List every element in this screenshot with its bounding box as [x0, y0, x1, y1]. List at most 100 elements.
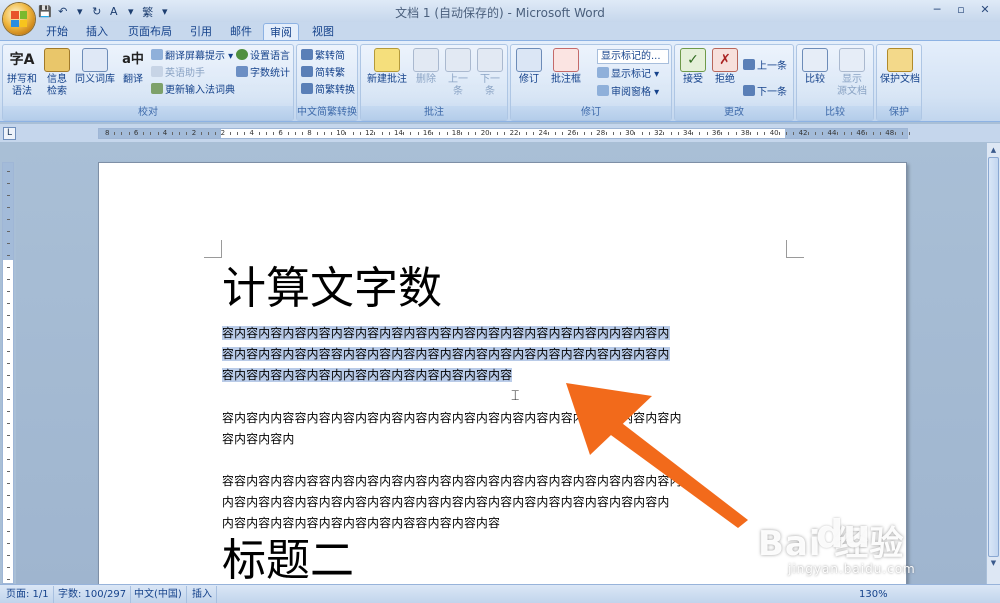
trad-to-simp-button[interactable]: 繁转简: [301, 49, 345, 64]
next-change-button[interactable]: 下一条: [743, 85, 787, 100]
balloons-button[interactable]: 批注框: [546, 48, 586, 86]
review-pane-button[interactable]: 审阅窗格 ▾: [597, 85, 659, 100]
set-language-button[interactable]: 设置语言: [236, 49, 290, 64]
english-assistant-button[interactable]: 英语助手: [151, 66, 205, 81]
prev-change-button[interactable]: 上一条: [743, 59, 787, 74]
tab-home[interactable]: 开始: [40, 23, 74, 40]
ruler-tick: [497, 132, 499, 135]
close-icon[interactable]: ✕: [974, 2, 996, 18]
ruler-tick: [323, 132, 325, 135]
translate-icon: a中: [122, 52, 144, 67]
thesaurus-button[interactable]: 同义词库: [73, 48, 117, 86]
heading-2[interactable]: 标题二: [222, 535, 354, 587]
english-assistant-label: 英语助手: [165, 68, 205, 79]
ruler-tick: [352, 132, 354, 135]
display-for-review-value: 显示标记的...: [601, 51, 661, 62]
ruler-tick: [265, 132, 267, 135]
reject-icon: ✗: [712, 48, 738, 72]
ruler-tick: [475, 132, 477, 135]
convert-button[interactable]: 简繁转换: [301, 83, 355, 98]
ruler-tick: [504, 132, 506, 135]
translate-screentip-label: 翻译屏幕提示: [165, 51, 225, 62]
vruler-tick: [7, 315, 10, 316]
group-tracking: 修订 批注框 显示标记的... 显示标记 ▾ 审阅窗格 ▾ 修订: [510, 44, 672, 121]
tab-review[interactable]: 审阅: [263, 23, 299, 40]
selected-line-3: 容内容内容内容内容内内容内容内容内容内容内容内容: [222, 368, 513, 382]
vertical-ruler[interactable]: [2, 162, 14, 584]
ruler-tick: [143, 132, 145, 135]
research-button[interactable]: 信息 检索: [41, 48, 73, 98]
new-comment-button[interactable]: 新建批注: [365, 48, 409, 86]
reject-button[interactable]: ✗ 拒绝: [710, 48, 740, 86]
vruler-tick: [7, 171, 10, 172]
horizontal-ruler[interactable]: 8 6 4 2 2 4 6 8 10 12 14 16 18 20 22 24 26 28 30 32 34 36 38 40…: [98, 128, 910, 139]
show-markup-button[interactable]: 显示标记 ▾: [597, 67, 659, 82]
status-zoom[interactable]: 130%: [855, 586, 892, 603]
ruler-tick-label: 22: [509, 129, 519, 137]
delete-comment-button[interactable]: 删除: [411, 48, 441, 86]
vruler-tick: [7, 567, 10, 568]
text-cursor-icon: ⌶: [511, 388, 520, 404]
tab-mailings[interactable]: 邮件: [224, 23, 258, 40]
tab-view[interactable]: 视图: [306, 23, 340, 40]
minimize-icon[interactable]: ─: [926, 2, 948, 18]
simp-to-trad-icon: [301, 66, 313, 77]
ruler-tick: [439, 132, 441, 135]
word-count-button[interactable]: 字数统计: [236, 66, 290, 81]
watermark-url: jingyan.baidu.com: [788, 562, 916, 576]
ruler-tick: [330, 132, 332, 135]
translate-screentip-button[interactable]: 翻译屏幕提示 ▾: [151, 49, 233, 64]
ruler-tick: [229, 132, 231, 135]
ruler-tick: [533, 132, 535, 135]
ruler-tick: [764, 132, 766, 135]
ruler-tick: [302, 132, 304, 135]
compare-button[interactable]: 比较: [800, 48, 830, 86]
status-word-count[interactable]: 字数: 100/297: [54, 586, 132, 603]
spelling-grammar-button[interactable]: 字A 拼写和 语法: [6, 48, 38, 98]
status-bar: 页面: 1/1 字数: 100/297 中文(中国) 插入 130%: [0, 584, 1000, 603]
paragraph-3[interactable]: 容容内容内容内容容内容内容内容内容内容内容内容内容内容内容内容内容内容内容内 内…: [222, 471, 792, 534]
vruler-tick: [7, 399, 10, 400]
vruler-tick: [7, 291, 10, 292]
protect-document-button[interactable]: 保护文档: [879, 48, 921, 86]
ruler-tick: [757, 132, 759, 135]
accept-icon: ✓: [680, 48, 706, 72]
vruler-tick: [7, 411, 10, 412]
ruler-tick: [157, 132, 159, 135]
update-ime-button[interactable]: 更新输入法词典: [151, 83, 235, 98]
heading-1[interactable]: 计算文字数: [222, 263, 442, 315]
prev-comment-button[interactable]: 上一 条: [443, 48, 473, 98]
track-changes-button[interactable]: 修订: [514, 48, 544, 86]
display-for-review-select[interactable]: 显示标记的...: [597, 49, 669, 64]
word-count-icon: [236, 66, 248, 77]
ruler-tick: [316, 132, 318, 135]
tab-insert[interactable]: 插入: [80, 23, 114, 40]
chinese-group-label: 中文简繁转换: [297, 106, 357, 120]
status-page[interactable]: 页面: 1/1: [2, 586, 54, 603]
next-comment-button[interactable]: 下一 条: [475, 48, 505, 98]
ruler-tick: [706, 132, 708, 135]
status-language[interactable]: 中文(中国): [130, 586, 187, 603]
scrollbar-thumb[interactable]: [988, 157, 999, 557]
paragraph-2[interactable]: 容内容内内容容内容内容内容内容内容内容内容内容内容内容内容内容内容内容内容内 容…: [222, 408, 792, 450]
vruler-tick: [7, 303, 10, 304]
status-insert-mode[interactable]: 插入: [188, 586, 217, 603]
ruler-tick-label: 44: [827, 129, 837, 137]
tab-selector[interactable]: L: [3, 127, 16, 140]
simp-to-trad-button[interactable]: 简转繁: [301, 66, 345, 81]
office-button[interactable]: [3, 3, 35, 35]
paragraph-1-selected[interactable]: 容内容内容内容内容内容内容内容内容内容内容内容内容内容内容内容内内容内容内 容内…: [222, 323, 792, 386]
tab-page-layout[interactable]: 页面布局: [122, 23, 178, 40]
maximize-icon[interactable]: ▫: [950, 2, 972, 18]
accept-button[interactable]: ✓ 接受: [678, 48, 708, 86]
translate-button[interactable]: a中 翻译: [117, 48, 149, 86]
tab-references[interactable]: 引用: [184, 23, 218, 40]
scroll-up-icon[interactable]: ▲: [988, 144, 999, 156]
ruler-tick: [836, 132, 838, 135]
vruler-tick: [7, 423, 10, 424]
ruler-tick: [735, 132, 737, 135]
thesaurus-label: 同义词库: [75, 74, 115, 85]
ruler-tick: [677, 132, 679, 135]
show-source-button[interactable]: 显示 源文档: [832, 48, 872, 98]
compare-label: 比较: [805, 74, 825, 85]
